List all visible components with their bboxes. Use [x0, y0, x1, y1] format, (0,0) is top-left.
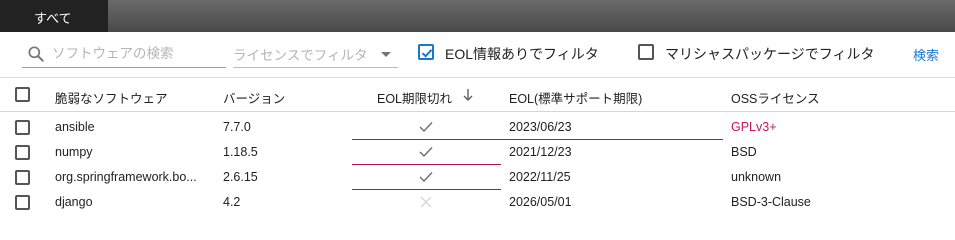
software-version: 2.6.15 [223, 170, 258, 184]
oss-license: BSD [731, 145, 757, 159]
row-checkbox[interactable] [15, 120, 30, 135]
eol-date: 2026/05/01 [509, 195, 572, 209]
search-icon [28, 46, 44, 62]
row-checkbox[interactable] [15, 145, 30, 160]
license-filter-placeholder: ライセンスでフィルタ [233, 48, 368, 63]
search-button[interactable]: 検索 [913, 45, 939, 64]
row-checkbox[interactable] [15, 170, 30, 185]
eol-date: 2022/11/25 [509, 170, 571, 184]
malicious-filter-checkbox[interactable] [638, 44, 654, 60]
license-filter-select[interactable]: ライセンスでフィルタ [233, 41, 398, 68]
oss-license: unknown [731, 170, 782, 184]
eol-filter-label: EOL情報ありでフィルタ [445, 46, 599, 62]
column-header-eol-expired[interactable]: EOL期限切れ [377, 88, 452, 107]
oss-license: BSD-3-Clause [731, 195, 811, 209]
software-name[interactable]: org.springframework.bo... [55, 170, 197, 184]
select-all-checkbox[interactable] [15, 87, 30, 102]
check-icon [419, 172, 433, 183]
table-row[interactable]: numpy 1.18.5 2021/12/23 BSD [0, 140, 955, 165]
row-checkbox[interactable] [15, 195, 30, 210]
table-row[interactable]: django 4.2 2026/05/01 BSD-3-Clause [0, 190, 955, 215]
software-version: 1.18.5 [223, 145, 258, 159]
table-row[interactable]: ansible 7.7.0 2023/06/23 GPLv3+ [0, 115, 955, 140]
column-header-software[interactable]: 脆弱なソフトウェア [55, 88, 168, 107]
column-header-version[interactable]: バージョン [223, 88, 285, 107]
search-input[interactable] [52, 41, 222, 65]
table-header: 脆弱なソフトウェア バージョン EOL期限切れ EOL(標準サポート期限) OS… [0, 77, 955, 112]
table-row[interactable]: org.springframework.bo... 2.6.15 2022/11/2… [0, 165, 955, 190]
oss-license: GPLv3+ [731, 120, 777, 134]
software-name[interactable]: django [55, 195, 93, 209]
search-field [22, 41, 226, 68]
eol-date: 2021/12/23 [509, 145, 572, 159]
filter-bar: ライセンスでフィルタ EOL情報ありでフィルタ マリシャスパッケージでフィルタ … [0, 32, 955, 77]
software-version: 4.2 [223, 195, 241, 209]
tab-bar: すべて [0, 0, 955, 32]
software-name[interactable]: ansible [55, 120, 95, 134]
chevron-down-icon [381, 52, 391, 57]
column-header-license[interactable]: OSSライセンス [731, 88, 820, 107]
software-name[interactable]: numpy [55, 145, 93, 159]
sort-arrow-down-icon[interactable] [462, 88, 474, 102]
check-icon [419, 122, 433, 133]
check-icon [421, 49, 433, 58]
tab-all[interactable]: すべて [0, 0, 108, 32]
malicious-filter-label: マリシャスパッケージでフィルタ [665, 46, 875, 62]
eol-date: 2023/06/23 [509, 120, 572, 134]
check-icon [419, 147, 433, 158]
cross-icon [420, 196, 432, 208]
eol-filter-checkbox[interactable] [418, 44, 434, 60]
software-version: 7.7.0 [223, 120, 251, 134]
column-header-eol-date[interactable]: EOL(標準サポート期限) [509, 88, 642, 107]
